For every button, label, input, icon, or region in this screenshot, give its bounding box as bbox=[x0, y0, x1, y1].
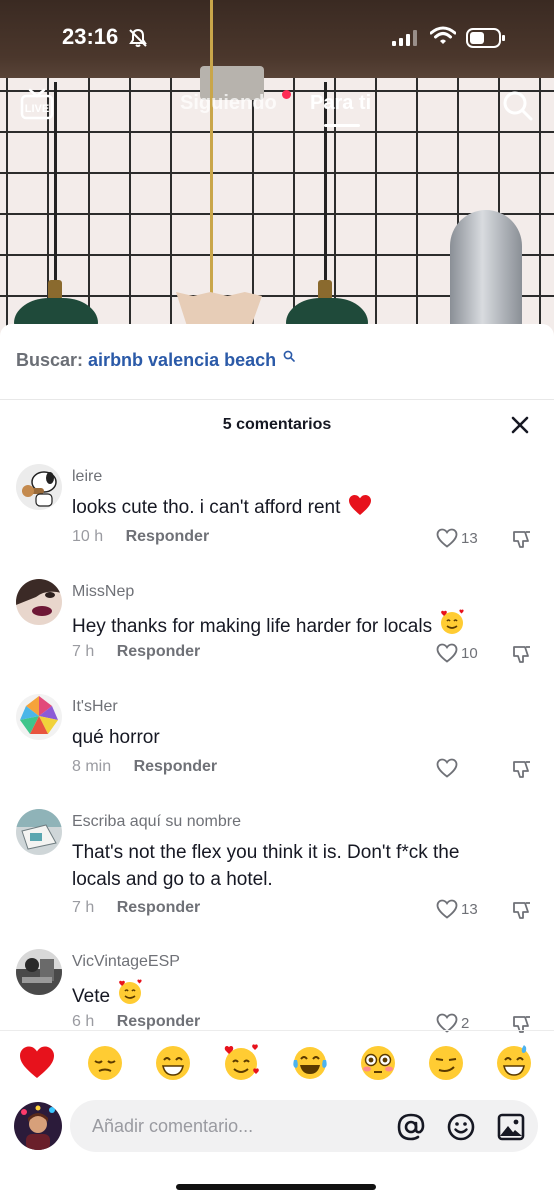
comment-meta: 10 h Responder bbox=[72, 528, 209, 546]
comment-text-body: looks cute tho. i can't afford rent bbox=[72, 497, 341, 518]
red-heart-icon bbox=[348, 495, 371, 515]
tab-following[interactable]: Siguiendo bbox=[180, 92, 277, 115]
video-background[interactable]: 23:16 LIVE Siguiendo Para ti bbox=[0, 0, 554, 340]
bell-off-icon bbox=[129, 28, 147, 47]
heart-outline-icon bbox=[436, 758, 458, 778]
reply-button[interactable]: Responder bbox=[126, 528, 210, 546]
wifi-icon bbox=[430, 26, 456, 44]
search-icon bbox=[283, 350, 295, 362]
avatar[interactable] bbox=[16, 949, 62, 995]
comment-text: Vete bbox=[72, 979, 512, 1010]
close-icon[interactable] bbox=[510, 415, 530, 435]
grinning-sweat-face-icon[interactable] bbox=[494, 1042, 534, 1082]
image-icon[interactable] bbox=[496, 1112, 526, 1142]
comment-meta: 8 min Responder bbox=[72, 758, 217, 776]
like-button[interactable]: 13 bbox=[436, 528, 478, 548]
reply-button[interactable]: Responder bbox=[117, 1013, 201, 1031]
comments-sheet: Buscar: airbnb valencia beach 5 comentar… bbox=[0, 324, 554, 1200]
home-indicator bbox=[176, 1184, 376, 1190]
smiling-face-with-hearts-icon[interactable] bbox=[221, 1042, 261, 1082]
lamp-cable bbox=[210, 0, 213, 296]
like-count: 2 bbox=[461, 1014, 470, 1032]
dislike-icon[interactable] bbox=[512, 901, 532, 921]
dislike-icon[interactable] bbox=[512, 1015, 532, 1035]
comment-text-body: Hey thanks for making life harder for lo… bbox=[72, 616, 433, 637]
divider bbox=[0, 1030, 554, 1031]
comment-username[interactable]: leire bbox=[72, 468, 102, 486]
active-tab-indicator bbox=[324, 124, 360, 127]
emoji-picker-icon[interactable] bbox=[446, 1112, 476, 1142]
dislike-icon[interactable] bbox=[512, 530, 532, 550]
comment-meta: 7 h Responder bbox=[72, 643, 200, 661]
pensive-face-icon[interactable] bbox=[85, 1042, 125, 1082]
comment-time: 7 h bbox=[72, 643, 95, 660]
comment-username[interactable]: VicVintageESP bbox=[72, 953, 180, 971]
search-suggestion[interactable]: Buscar: airbnb valencia beach bbox=[16, 350, 295, 371]
avatar[interactable] bbox=[16, 694, 62, 740]
comment-time: 6 h bbox=[72, 1013, 95, 1030]
avatar[interactable] bbox=[16, 579, 62, 625]
comment-username[interactable]: It'sHer bbox=[72, 698, 118, 716]
comments-count-title: 5 comentarios bbox=[222, 416, 332, 433]
comment-text: qué horror bbox=[72, 727, 160, 748]
comment-text: Hey thanks for making life harder for lo… bbox=[72, 609, 512, 640]
search-query-link[interactable]: airbnb valencia beach bbox=[88, 350, 276, 370]
like-count: 13 bbox=[461, 900, 478, 918]
lamp-cable bbox=[54, 82, 57, 288]
battery-icon bbox=[466, 28, 505, 48]
grinning-face-icon[interactable] bbox=[153, 1042, 193, 1082]
dislike-icon[interactable] bbox=[512, 760, 532, 780]
comment-username[interactable]: Escriba aquí su nombre bbox=[72, 813, 241, 831]
lamp-socket bbox=[318, 280, 332, 300]
heart-outline-icon bbox=[436, 643, 458, 663]
reply-button[interactable]: Responder bbox=[134, 758, 218, 776]
smiling-face-with-hearts-icon bbox=[119, 979, 142, 1004]
notification-dot bbox=[282, 90, 291, 99]
like-button[interactable] bbox=[436, 758, 461, 778]
tab-for-you[interactable]: Para ti bbox=[310, 92, 371, 115]
comment-time: 10 h bbox=[72, 528, 104, 545]
like-count: 10 bbox=[461, 644, 478, 662]
lamp-socket bbox=[48, 280, 62, 300]
smiling-face-with-hearts-icon bbox=[441, 609, 465, 634]
comment-time: 7 h bbox=[72, 899, 95, 916]
comment-meta: 7 h Responder bbox=[72, 899, 200, 917]
emoji-quick-bar bbox=[0, 1042, 554, 1088]
avatar[interactable] bbox=[16, 464, 62, 510]
like-button[interactable]: 10 bbox=[436, 643, 478, 663]
heart-outline-icon bbox=[436, 528, 458, 548]
svg-text:LIVE: LIVE bbox=[25, 103, 49, 115]
like-button[interactable]: 13 bbox=[436, 899, 478, 919]
reply-button[interactable]: Responder bbox=[117, 899, 201, 917]
avatar[interactable] bbox=[16, 809, 62, 855]
like-count: 13 bbox=[461, 529, 478, 547]
comment-text-body: Vete bbox=[72, 986, 111, 1007]
mention-icon[interactable] bbox=[396, 1112, 426, 1142]
comment-time: 8 min bbox=[72, 758, 112, 775]
dislike-icon[interactable] bbox=[512, 645, 532, 665]
search-prefix: Buscar: bbox=[16, 350, 84, 370]
comment-text: That's not the flex you think it is. Don… bbox=[72, 842, 460, 890]
search-icon[interactable] bbox=[502, 90, 534, 122]
red-heart-icon[interactable] bbox=[17, 1042, 57, 1082]
heart-outline-icon bbox=[436, 899, 458, 919]
smirking-face-icon[interactable] bbox=[426, 1042, 466, 1082]
comment-meta: 6 h Responder bbox=[72, 1013, 200, 1031]
comment-text: looks cute tho. i can't afford rent bbox=[72, 494, 512, 521]
comment-username[interactable]: MissNep bbox=[72, 583, 134, 601]
flushed-face-icon[interactable] bbox=[358, 1042, 398, 1082]
live-icon[interactable]: LIVE bbox=[20, 88, 54, 120]
metal-pipe bbox=[450, 210, 522, 340]
reply-button[interactable]: Responder bbox=[117, 643, 201, 661]
status-time: 23:16 bbox=[62, 24, 119, 49]
divider bbox=[0, 399, 554, 400]
my-avatar[interactable] bbox=[14, 1102, 62, 1150]
tears-of-joy-icon[interactable] bbox=[290, 1042, 330, 1082]
signal-icon bbox=[392, 30, 417, 46]
